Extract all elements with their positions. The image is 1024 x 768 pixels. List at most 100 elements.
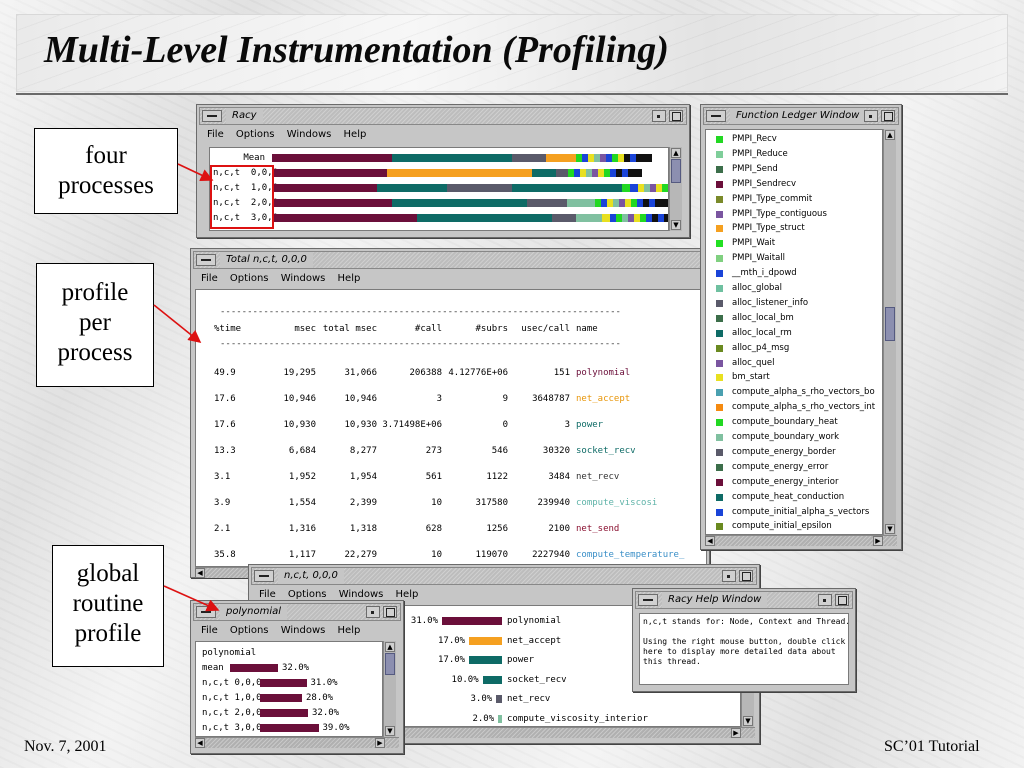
menu-file[interactable]: File <box>201 273 218 284</box>
scroll-left-icon[interactable]: ◀ <box>705 536 715 546</box>
ledger-item: alloc_local_bm <box>716 311 882 326</box>
bar-segment <box>630 184 638 192</box>
color-swatch <box>716 299 723 307</box>
menu-windows[interactable]: Windows <box>339 589 384 600</box>
ledger-item-name: alloc_global <box>732 283 782 293</box>
table-cell: compute_viscosi <box>576 498 658 508</box>
process-highlight-box <box>210 165 274 229</box>
ledger-hscroll[interactable]: ◀ ▶ <box>705 535 897 546</box>
ledger-item-name: PMPI_Reduce <box>732 148 788 159</box>
maximize-icon[interactable] <box>383 606 397 618</box>
scroll-down-icon[interactable]: ▼ <box>385 726 395 736</box>
scroll-thumb[interactable] <box>885 307 895 341</box>
menu-options[interactable]: Options <box>230 273 269 284</box>
minimize-icon[interactable] <box>864 110 878 122</box>
ledger-vscroll[interactable]: ▲ ▼ <box>883 129 896 535</box>
table-header-cell: usec/call <box>521 324 570 334</box>
color-swatch <box>716 344 723 352</box>
scroll-left-icon[interactable]: ◀ <box>195 738 205 748</box>
nct-titlebar[interactable]: n,c,t, 0,0,0 <box>251 567 757 585</box>
bar-segment <box>512 154 546 162</box>
window-menu-icon[interactable] <box>638 594 658 606</box>
maximize-icon[interactable] <box>835 594 849 606</box>
callout-global-routine-profile: global routine profile <box>52 545 164 667</box>
scroll-down-icon[interactable]: ▼ <box>743 716 753 726</box>
menu-windows[interactable]: Windows <box>287 129 332 140</box>
maximize-icon[interactable] <box>881 110 895 122</box>
scroll-right-icon[interactable]: ▶ <box>873 536 883 546</box>
routine-bar <box>260 724 319 732</box>
menu-windows[interactable]: Windows <box>281 273 326 284</box>
scroll-right-icon[interactable]: ▶ <box>375 738 385 748</box>
racy-titlebar[interactable]: Racy <box>199 107 687 125</box>
window-menu-icon[interactable] <box>254 570 274 582</box>
table-divider: ----------------------------------------… <box>220 307 621 317</box>
window-menu-icon[interactable] <box>196 254 216 266</box>
racy-vscroll[interactable]: ▲ ▼ <box>669 147 682 231</box>
ledger-item: compute_boundary_work <box>716 430 882 445</box>
menu-options[interactable]: Options <box>236 129 275 140</box>
table-cell: 546 <box>491 446 508 456</box>
menu-help[interactable]: Help <box>344 129 367 140</box>
menu-help[interactable]: Help <box>338 625 361 636</box>
scroll-thumb[interactable] <box>671 159 681 183</box>
minimize-icon[interactable] <box>722 570 736 582</box>
menu-options[interactable]: Options <box>288 589 327 600</box>
table-cell: 10,930 <box>344 420 377 430</box>
total-titlebar[interactable]: Total n,c,t, 0,0,0 <box>193 251 707 269</box>
menu-help[interactable]: Help <box>338 273 361 284</box>
racy-stacked-bar <box>272 199 668 207</box>
table-cell: 0 <box>502 420 508 430</box>
ledger-item-name: PMPI_Type_commit <box>732 193 813 204</box>
bar-segment <box>622 184 630 192</box>
menu-file[interactable]: File <box>201 625 218 636</box>
callout-line: profile <box>74 620 142 647</box>
scroll-left-icon[interactable]: ◀ <box>195 568 205 578</box>
scroll-up-icon[interactable]: ▲ <box>885 130 895 140</box>
maximize-icon[interactable] <box>669 110 683 122</box>
total-table: ----------------------------------------… <box>195 289 707 567</box>
window-menu-icon[interactable] <box>196 606 216 618</box>
ledger-item: alloc_quel <box>716 356 882 371</box>
ledger-item: alloc_local_rm <box>716 326 882 341</box>
callout-line: per <box>79 309 111 336</box>
ledger-item-name: alloc_quel <box>732 357 775 368</box>
scroll-thumb[interactable] <box>385 653 395 675</box>
minimize-icon[interactable] <box>818 594 832 606</box>
callout-line: global <box>76 560 140 587</box>
bar-segment <box>567 199 595 207</box>
menu-file[interactable]: File <box>259 589 276 600</box>
polynomial-titlebar[interactable]: polynomial <box>193 603 401 621</box>
table-cell: 1,554 <box>288 498 316 508</box>
scroll-down-icon[interactable]: ▼ <box>671 220 681 230</box>
ledger-item: compute_energy_error <box>716 460 882 475</box>
menu-windows[interactable]: Windows <box>281 625 326 636</box>
percent-label: 39.0% <box>322 723 350 733</box>
window-menu-icon[interactable] <box>202 110 222 122</box>
table-cell: net_send <box>576 524 620 534</box>
polynomial-hscroll[interactable]: ◀ ▶ <box>195 737 399 748</box>
racy-bar-area: Mean n,c,t 0,0,0 n,c,t 1,0,0 n,c,t 2,0,0 n,c… <box>209 147 669 231</box>
minimize-icon[interactable] <box>652 110 666 122</box>
polynomial-vscroll[interactable]: ▲ ▼ <box>383 641 396 737</box>
racy-row-label: Mean <box>243 153 265 163</box>
scroll-down-icon[interactable]: ▼ <box>885 524 895 534</box>
minimize-icon[interactable] <box>366 606 380 618</box>
maximize-icon[interactable] <box>739 570 753 582</box>
table-cell: 30320 <box>542 446 570 456</box>
table-cell: 22,279 <box>344 550 377 560</box>
ledger-titlebar[interactable]: Function Ledger Window <box>703 107 899 125</box>
percent-label: 17.0% <box>438 655 466 665</box>
color-swatch <box>716 180 723 188</box>
menu-file[interactable]: File <box>207 129 224 140</box>
scroll-up-icon[interactable]: ▲ <box>385 642 395 652</box>
ledger-item: PMPI_Recv <box>716 132 882 147</box>
help-titlebar[interactable]: Racy Help Window <box>635 591 853 609</box>
window-menu-icon[interactable] <box>706 110 726 122</box>
table-cell: 1,117 <box>288 550 316 560</box>
menu-help[interactable]: Help <box>396 589 419 600</box>
menu-options[interactable]: Options <box>230 625 269 636</box>
scroll-up-icon[interactable]: ▲ <box>671 148 681 158</box>
scroll-right-icon[interactable]: ▶ <box>731 728 741 738</box>
ledger-item-name: PMPI_Recv <box>732 134 777 144</box>
